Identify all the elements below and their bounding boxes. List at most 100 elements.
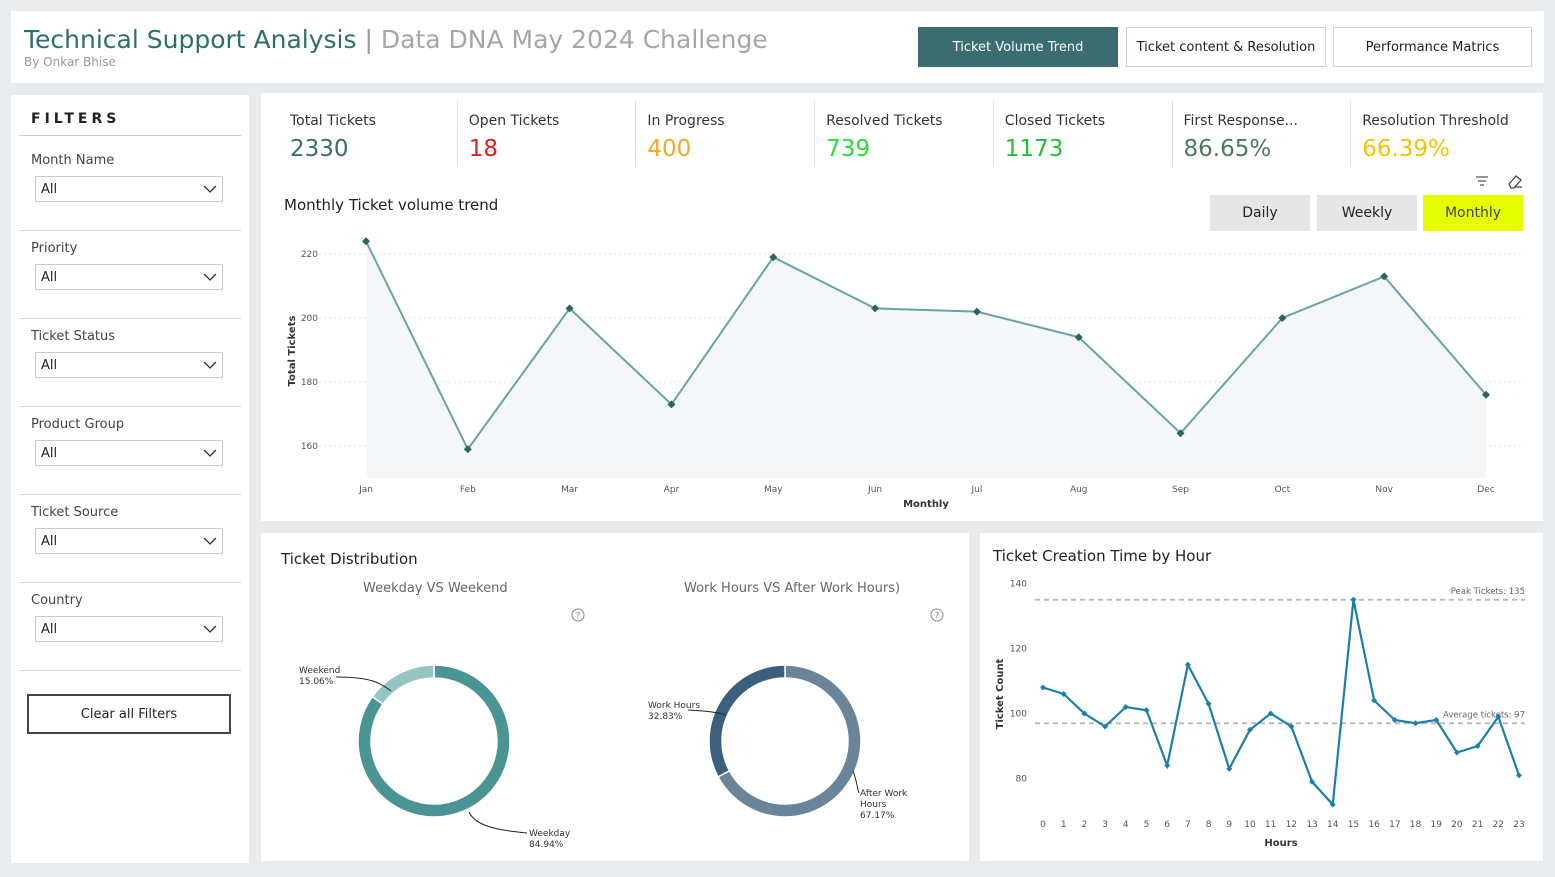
data-point: [1350, 596, 1357, 603]
monthly-trend-chart: 160 180 200 220 Jan Feb Mar Apr May Jun Jul Aug Sep O…: [287, 237, 1523, 510]
workhours-donut-chart: Work Hours32.83% After WorkHours67.17%: [648, 664, 908, 821]
filter-value: All: [41, 445, 58, 461]
filter-value: All: [41, 357, 58, 373]
y-tick-label: 200: [301, 314, 318, 324]
x-tick-label: 18: [1410, 820, 1422, 830]
title-separator: |: [356, 25, 381, 54]
filter-divider: [19, 670, 241, 671]
y-axis-label: Ticket Count: [995, 658, 1006, 729]
x-tick-label: Dec: [1477, 485, 1494, 495]
kpi-card: Resolution Threshold 66.39%: [1352, 101, 1523, 171]
workhours-chart-title: Work Hours VS After Work Hours): [684, 581, 901, 596]
kpi-label: First Response...: [1183, 113, 1299, 129]
kpi-value: 1173: [1004, 136, 1064, 162]
filter-dropdown[interactable]: All: [35, 176, 223, 202]
filter-dropdown[interactable]: All: [35, 440, 223, 466]
filter-divider: [19, 318, 241, 319]
hourly-panel: Ticket Creation Time by Hour 80 100 120 140…: [980, 533, 1543, 861]
slice-label: 67.17%: [860, 811, 895, 821]
kpi-label: Resolution Threshold: [1362, 113, 1509, 129]
x-tick-label: Jul: [970, 485, 982, 495]
x-tick-label: 3: [1102, 820, 1108, 830]
y-tick-label: 80: [1016, 775, 1028, 785]
svg-text:?: ?: [935, 612, 940, 622]
granularity-monthly-button[interactable]: Monthly: [1423, 195, 1523, 231]
help-icon[interactable]: ?: [571, 608, 585, 622]
filter-dropdown[interactable]: All: [35, 264, 223, 290]
kpi-value: 2330: [290, 136, 349, 162]
distribution-title: Ticket Distribution: [281, 550, 418, 568]
reference-label: Peak Tickets: 135: [1451, 587, 1525, 597]
filter-dropdown[interactable]: All: [35, 616, 223, 642]
y-tick-label: 160: [301, 442, 318, 452]
x-tick-label: 7: [1185, 820, 1191, 830]
y-tick-label: 100: [1010, 710, 1027, 720]
nav-performance-matrics[interactable]: Performance Matrics: [1333, 27, 1532, 67]
granularity-weekly-button[interactable]: Weekly: [1317, 195, 1417, 231]
kpi-value: 86.65%: [1183, 136, 1272, 162]
distribution-panel: Ticket Distribution Weekday VS Weekend W…: [261, 533, 969, 861]
x-tick-label: Aug: [1070, 485, 1088, 495]
kpi-card: Open Tickets 18: [459, 101, 630, 171]
x-tick-label: 9: [1226, 820, 1232, 830]
kpi-card: In Progress 400: [637, 101, 808, 171]
hourly-chart-title: Ticket Creation Time by Hour: [993, 547, 1212, 565]
filter-dropdown[interactable]: All: [35, 352, 223, 378]
y-tick-label: 140: [1010, 580, 1027, 590]
kpi-label: In Progress: [647, 113, 725, 129]
filter-dropdown[interactable]: All: [35, 528, 223, 554]
x-tick-label: 16: [1368, 820, 1380, 830]
kpi-divider: [814, 101, 816, 167]
kpi-label: Total Tickets: [290, 113, 376, 129]
kpi-label: Open Tickets: [468, 113, 560, 129]
title-subtitle: Data DNA May 2024 Challenge: [380, 25, 768, 54]
x-tick-label: May: [764, 485, 783, 495]
kpi-value: 66.39%: [1362, 136, 1450, 162]
x-tick-label: 22: [1493, 820, 1504, 830]
help-icon[interactable]: ?: [930, 608, 944, 622]
x-tick-label: Mar: [561, 485, 578, 495]
clear-filters-button[interactable]: Clear all Filters: [27, 694, 231, 734]
chevron-down-icon: [203, 185, 217, 193]
reference-label: Average tickets: 97: [1443, 710, 1525, 720]
x-tick-label: Oct: [1275, 485, 1291, 495]
kpi-card: Closed Tickets 1173: [995, 101, 1166, 171]
filters-heading: FILTERS: [31, 111, 121, 127]
filter-icon[interactable]: [1474, 173, 1490, 189]
eraser-icon[interactable]: [1506, 172, 1524, 190]
y-tick-label: 120: [1010, 645, 1027, 655]
nav-ticket-content-resolution[interactable]: Ticket content & Resolution: [1126, 27, 1326, 67]
kpi-value: 400: [647, 136, 692, 162]
x-tick-label: 15: [1348, 820, 1359, 830]
kpi-card: Resolved Tickets 739: [816, 101, 987, 171]
data-point: [1040, 684, 1046, 691]
x-tick-label: 12: [1286, 820, 1297, 830]
chevron-down-icon: [203, 537, 217, 545]
filter-label: Product Group: [31, 417, 125, 432]
x-tick-label: 4: [1123, 820, 1129, 830]
kpi-divider: [992, 101, 994, 167]
x-axis-label: Monthly: [903, 499, 949, 510]
x-tick-label: 1: [1061, 820, 1067, 830]
x-tick-label: 19: [1430, 820, 1442, 830]
filter-value: All: [41, 269, 58, 285]
filter-label: Ticket Status: [31, 329, 116, 344]
filter-divider: [19, 582, 241, 583]
y-tick-label: 220: [301, 250, 318, 260]
kpi-label: Closed Tickets: [1004, 113, 1105, 129]
filter-label: Month Name: [31, 153, 115, 168]
x-tick-label: Nov: [1375, 485, 1393, 495]
slice-label: 84.94%: [529, 840, 564, 850]
x-tick-label: 8: [1206, 820, 1212, 830]
nav-ticket-volume-trend[interactable]: Ticket Volume Trend: [918, 27, 1118, 67]
granularity-daily-button[interactable]: Daily: [1210, 195, 1310, 231]
data-point: [1412, 720, 1419, 727]
filter-label: Country: [31, 593, 83, 608]
donut-slice: [708, 664, 786, 778]
leader-line: [852, 770, 860, 794]
kpi-value: 739: [826, 136, 870, 162]
kpi-value: 18: [468, 136, 498, 162]
x-tick-label: 23: [1513, 820, 1524, 830]
filters-divider: [19, 135, 241, 136]
data-point: [1164, 762, 1171, 769]
